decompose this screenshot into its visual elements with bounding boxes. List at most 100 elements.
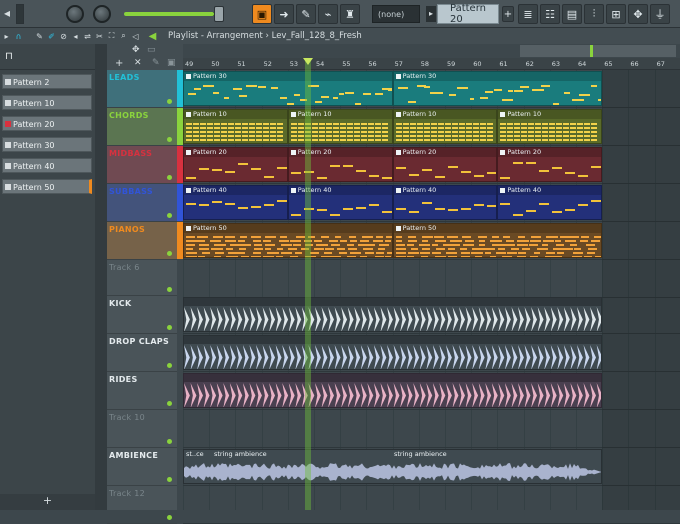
track-header[interactable]: Track 6 xyxy=(107,260,177,296)
pattern-clip[interactable]: Pattern 10 xyxy=(392,109,498,144)
select-icon[interactable]: ⛶ xyxy=(106,31,117,41)
song-mode-icon[interactable]: ▣ xyxy=(252,4,272,24)
none-select[interactable]: (none) xyxy=(372,5,420,23)
audio-clip[interactable] xyxy=(183,335,603,370)
playhead-marker-icon[interactable] xyxy=(303,58,313,65)
midi-note xyxy=(239,236,247,238)
pattern-prev-icon[interactable]: ▸ xyxy=(426,6,436,22)
track-header[interactable]: RIDES xyxy=(107,372,177,410)
lock-icon[interactable]: ▣ xyxy=(167,58,176,68)
pattern-item[interactable]: Pattern 40 xyxy=(2,158,92,173)
pattern-clip[interactable]: Pattern 10 xyxy=(183,109,288,144)
pattern-icon xyxy=(500,150,506,155)
pattern-clip[interactable]: Pattern 40 xyxy=(497,185,603,220)
pattern-item[interactable]: Pattern 50 xyxy=(2,179,92,194)
add-pattern-button[interactable]: + xyxy=(0,494,95,510)
master-pitch-knob[interactable] xyxy=(93,5,111,23)
playlist-lanes[interactable]: Pattern 30 Pattern 30 Pattern 10 Pattern 10… xyxy=(183,70,680,524)
track-led-icon[interactable] xyxy=(167,175,172,180)
pattern-item[interactable]: Pattern 20 xyxy=(2,116,92,131)
audio-clip[interactable]: st..ce string ambience string ambience xyxy=(183,449,603,484)
browser-icon[interactable]: ⊞ xyxy=(606,4,626,24)
piano-roll-icon[interactable]: ▤ xyxy=(562,4,582,24)
pattern-item[interactable]: Pattern 10 xyxy=(2,95,92,110)
pattern-clip[interactable]: Pattern 10 xyxy=(287,109,393,144)
stamp-icon[interactable]: ♜ xyxy=(340,4,360,24)
track-led-icon[interactable] xyxy=(167,325,172,330)
previous-arrow-icon[interactable]: ◂ xyxy=(4,6,10,20)
mixer-icon[interactable]: ⫶ xyxy=(584,4,604,24)
track-led-icon[interactable] xyxy=(167,137,172,142)
magnet-icon[interactable]: ∩ xyxy=(13,32,24,41)
track-led-icon[interactable] xyxy=(167,477,172,482)
pattern-clip[interactable]: Pattern 50 xyxy=(392,223,603,258)
track-header[interactable]: Track 12 xyxy=(107,486,177,524)
track-header[interactable]: AMBIENCE xyxy=(107,448,177,486)
master-volume-knob[interactable] xyxy=(66,5,84,23)
master-slider-handle[interactable] xyxy=(214,6,224,22)
delete-icon[interactable]: ⊘ xyxy=(58,32,69,41)
pattern-clip[interactable]: Pattern 20 xyxy=(392,147,498,182)
snap-icon[interactable]: ✥ xyxy=(132,45,140,55)
track-led-icon[interactable] xyxy=(167,363,172,368)
midi-note xyxy=(570,139,577,141)
track-header[interactable]: CHORDS xyxy=(107,108,183,146)
pattern-clip[interactable]: Pattern 20 xyxy=(497,147,603,182)
track-led-icon[interactable] xyxy=(167,439,172,444)
pattern-item[interactable]: Pattern 2 xyxy=(2,74,92,89)
pattern-clip[interactable]: Pattern 50 xyxy=(183,223,393,258)
zoom-scroll-icon[interactable]: ▭ xyxy=(147,45,156,55)
pattern-clip[interactable]: Pattern 40 xyxy=(183,185,288,220)
step-icon[interactable]: ➜ xyxy=(274,4,294,24)
zoom-icon[interactable]: ⌕ xyxy=(118,31,129,41)
midi-note xyxy=(535,127,542,129)
track-led-icon[interactable] xyxy=(167,401,172,406)
link-icon[interactable]: ⌁ xyxy=(318,4,338,24)
pattern-clip[interactable]: Pattern 40 xyxy=(287,185,393,220)
track-header[interactable]: MIDBASS xyxy=(107,146,183,184)
pattern-clip[interactable]: Pattern 20 xyxy=(183,147,288,182)
pattern-clip[interactable]: Pattern 30 xyxy=(392,71,603,106)
track-led-icon[interactable] xyxy=(167,515,172,520)
channel-rack-icon[interactable]: ☷ xyxy=(540,4,560,24)
slip-icon[interactable]: ⇌ xyxy=(82,32,93,41)
brush-icon[interactable]: ✐ xyxy=(46,32,57,41)
arrow-right-icon[interactable]: ▸ xyxy=(1,32,12,41)
midi-note xyxy=(212,236,224,238)
timeline-ruler[interactable]: 4950515253545556575859606162636465666768 xyxy=(183,58,680,70)
picker-view-icon[interactable]: ⊓ xyxy=(5,51,13,62)
track-led-icon[interactable] xyxy=(167,213,172,218)
add-pattern-icon[interactable]: + xyxy=(502,6,514,22)
track-header[interactable]: SUBBASS xyxy=(107,184,183,222)
paint-icon[interactable]: ✎ xyxy=(296,4,316,24)
pattern-clip[interactable]: Pattern 30 xyxy=(183,71,393,106)
add-track-icon[interactable]: + xyxy=(115,58,123,69)
pencil-icon[interactable]: ✎ xyxy=(34,32,45,41)
horizontal-scrollbar[interactable] xyxy=(520,45,676,57)
audio-clip[interactable] xyxy=(183,373,603,408)
track-header[interactable]: KICK xyxy=(107,296,177,334)
track-header[interactable]: LEADS xyxy=(107,70,183,108)
playback-icon[interactable]: ◁ xyxy=(130,32,141,41)
edit-icon[interactable]: ✎ xyxy=(152,58,160,68)
pattern-clip[interactable]: Pattern 40 xyxy=(392,185,498,220)
pattern-item[interactable]: Pattern 30 xyxy=(2,137,92,152)
pattern-select[interactable]: Pattern 20 xyxy=(437,3,499,25)
pattern-clip[interactable]: Pattern 20 xyxy=(287,147,393,182)
track-led-icon[interactable] xyxy=(167,287,172,292)
mute-icon[interactable]: ◂ xyxy=(70,32,81,41)
close-icon[interactable]: ✕ xyxy=(134,58,142,68)
track-header[interactable]: DROP CLAPS xyxy=(107,334,177,372)
plugin-icon[interactable]: ✥ xyxy=(628,4,648,24)
midi-note xyxy=(329,214,340,216)
track-header[interactable]: PIANOS xyxy=(107,222,183,260)
track-led-icon[interactable] xyxy=(167,99,172,104)
audio-clip[interactable] xyxy=(183,297,603,332)
pattern-clip[interactable]: Pattern 10 xyxy=(497,109,603,144)
scrollbar-thumb[interactable] xyxy=(590,45,593,57)
playlist-icon[interactable]: ≣ xyxy=(518,4,538,24)
slice-icon[interactable]: ✂ xyxy=(94,32,105,41)
plug-icon[interactable]: ⏚ xyxy=(650,4,670,24)
track-led-icon[interactable] xyxy=(167,251,172,256)
track-header[interactable]: Track 10 xyxy=(107,410,177,448)
